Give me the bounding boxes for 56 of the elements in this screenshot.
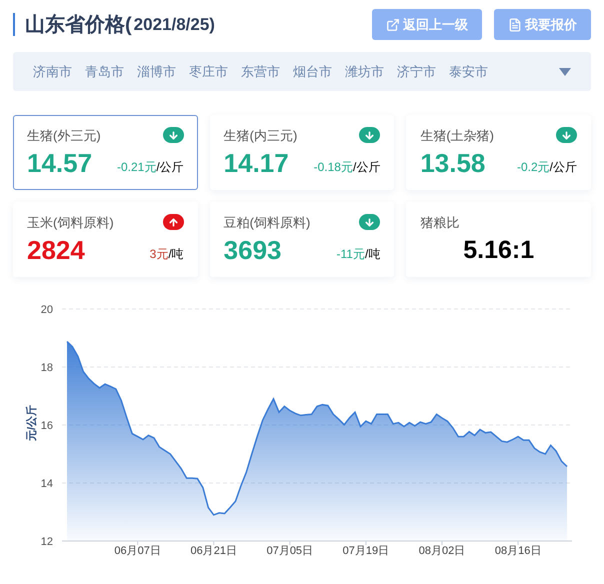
price-card[interactable]: 生猪(土杂猪) 13.58 -0.2元/公斤 — [406, 115, 591, 190]
ratio-value: 5.16:1 — [463, 238, 534, 263]
share-icon — [386, 18, 400, 32]
y-tick-label: 18 — [40, 362, 53, 374]
price-card[interactable]: 生猪(内三元) 14.17 -0.18元/公斤 — [210, 115, 394, 190]
x-tick-label: 06月21日 — [190, 545, 237, 557]
price-value: 13.58 — [420, 150, 486, 176]
price-value: 14.17 — [224, 150, 289, 176]
action-button[interactable]: 我要报价 — [494, 9, 591, 40]
city-link[interactable]: 东营市 — [241, 62, 280, 82]
page-date: 2021/8/25) — [134, 14, 215, 36]
action-button[interactable]: 返回上一级 — [372, 9, 482, 40]
city-link[interactable]: 潍坊市 — [345, 62, 384, 82]
card-title: 玉米(饲料原料) — [27, 216, 114, 228]
price-card[interactable]: 豆粕(饲料原料) 3693 -11元/吨 — [210, 202, 394, 277]
y-tick-label: 12 — [40, 536, 53, 548]
price-value: 14.57 — [27, 150, 92, 176]
price-value: 3693 — [224, 237, 282, 263]
x-tick-label: 08月16日 — [494, 545, 542, 557]
card-title: 生猪(土杂猪) — [420, 128, 494, 142]
city-link[interactable]: 济宁市 — [397, 62, 436, 82]
price-change: -0.21元 — [116, 161, 156, 173]
city-link[interactable]: 泰安市 — [449, 62, 488, 82]
price-card[interactable]: 生猪(外三元) 14.57 -0.21元/公斤 — [13, 115, 198, 190]
price-unit: /吨 — [364, 248, 380, 260]
y-tick-label: 16 — [40, 420, 53, 432]
price-card[interactable]: 玉米(饲料原料) 2824 3元/吨 — [13, 202, 198, 277]
x-tick-label: 08月02日 — [418, 545, 466, 557]
price-card[interactable]: 猪粮比 5.16:1 — [406, 202, 591, 277]
city-link[interactable]: 青岛市 — [85, 62, 124, 82]
price-unit: /公斤 — [352, 161, 380, 173]
city-link[interactable]: 枣庄市 — [189, 62, 228, 82]
x-tick-label: 07月05日 — [266, 545, 314, 557]
card-title: 豆粕(饲料原料) — [224, 216, 310, 228]
page-title: 山东省价格( — [25, 12, 132, 38]
dropdown-caret-icon[interactable] — [559, 68, 571, 76]
y-tick-label: 20 — [40, 304, 53, 316]
y-axis-title: 元/公斤 — [26, 404, 38, 441]
price-unit: /吨 — [168, 248, 184, 260]
card-title: 猪粮比 — [420, 216, 460, 228]
card-title: 生猪(外三元) — [27, 128, 101, 142]
city-link[interactable]: 烟台市 — [293, 62, 332, 82]
city-link[interactable]: 淄博市 — [137, 62, 176, 82]
y-tick-label: 14 — [40, 478, 53, 490]
x-tick-label: 06月07日 — [114, 545, 161, 557]
city-link[interactable]: 济南市 — [33, 62, 72, 82]
price-unit: /公斤 — [156, 161, 184, 173]
price-change: 3元 — [150, 248, 168, 260]
price-unit: /公斤 — [550, 161, 577, 173]
price-change: -11元 — [336, 248, 365, 260]
price-change: -0.18元 — [314, 161, 353, 173]
document-icon — [508, 18, 522, 32]
x-tick-label: 07月19日 — [342, 545, 390, 557]
price-value: 2824 — [27, 237, 85, 263]
card-title: 生猪(内三元) — [224, 128, 298, 142]
price-change: -0.2元 — [516, 161, 550, 173]
